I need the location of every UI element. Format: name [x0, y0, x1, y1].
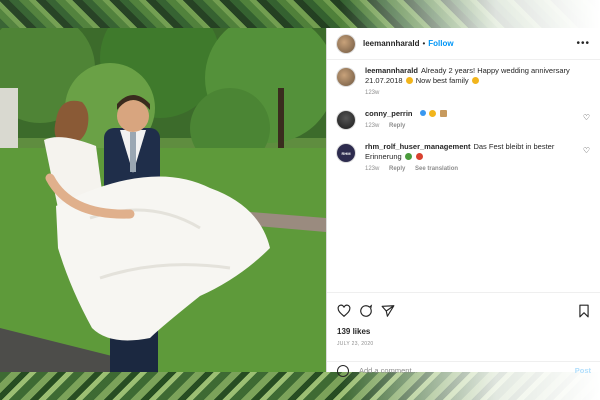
avatar-logo-text: RHM	[341, 150, 351, 156]
comment-icon[interactable]	[359, 304, 373, 318]
smiling-face-emoji-icon	[405, 77, 413, 84]
comment-item: conny_perrin 123w Reply ♡	[337, 109, 590, 129]
caption-time: 123w	[365, 90, 380, 96]
heart-icon[interactable]: ♡	[583, 113, 590, 122]
reply-button[interactable]: Reply	[389, 166, 405, 172]
commenter-avatar-logo[interactable]: RHM	[337, 144, 355, 162]
emoji-icon	[415, 153, 423, 160]
caption: leemannharald Already 2 years! Happy wedd…	[337, 66, 590, 96]
heart-icon[interactable]	[337, 304, 351, 318]
author-username[interactable]: leemannharald	[363, 39, 419, 48]
see-translation-button[interactable]: See translation	[415, 166, 458, 172]
post-sidebar: leemannharald • Follow ••• leemannharald…	[326, 28, 600, 377]
more-icon[interactable]: •••	[576, 38, 590, 49]
author-avatar[interactable]	[337, 34, 355, 53]
post-comment-button[interactable]: Post	[575, 366, 591, 375]
caption-text-tail: Now best family	[415, 76, 469, 85]
background-top	[0, 0, 600, 28]
bookmark-icon[interactable]	[577, 304, 591, 318]
emoji-icon	[428, 110, 436, 117]
reply-button[interactable]: Reply	[389, 123, 405, 129]
emoji-icon	[404, 153, 412, 160]
caption-username[interactable]: leemannharald	[365, 66, 418, 75]
smiling-face-emoji-icon	[471, 77, 479, 84]
follow-button[interactable]: Follow	[428, 39, 453, 48]
house-emoji-icon	[439, 110, 447, 117]
post-header: leemannharald • Follow •••	[327, 28, 600, 60]
verified-badge-icon	[419, 110, 426, 116]
comments-list: leemannharald Already 2 years! Happy wedd…	[327, 60, 600, 172]
post-footer: 139 likes JULY 23, 2020 Post	[327, 292, 600, 377]
post-modal: leemannharald • Follow ••• leemannharald…	[0, 28, 600, 377]
post-photo	[0, 28, 326, 372]
add-comment-bar: Post	[327, 361, 600, 379]
action-bar	[327, 293, 600, 321]
add-comment-input[interactable]	[357, 365, 575, 376]
emoji-icon[interactable]	[337, 364, 349, 377]
comment-item: RHM rhm_rolf_huser_management Das Fest bl…	[337, 142, 590, 172]
commenter-avatar[interactable]	[337, 111, 355, 129]
share-icon[interactable]	[381, 304, 395, 318]
comment-time: 123w	[365, 123, 380, 129]
separator-dot: •	[422, 39, 426, 48]
comment-username[interactable]: conny_perrin	[365, 109, 413, 118]
comment-username[interactable]: rhm_rolf_huser_management	[365, 142, 470, 151]
caption-avatar[interactable]	[337, 68, 355, 86]
wedding-photo-image	[0, 28, 326, 372]
likes-count[interactable]: 139 likes	[327, 321, 600, 336]
comment-time: 123w	[365, 166, 380, 172]
post-date: JULY 23, 2020	[337, 341, 374, 347]
heart-icon[interactable]: ♡	[583, 146, 590, 155]
